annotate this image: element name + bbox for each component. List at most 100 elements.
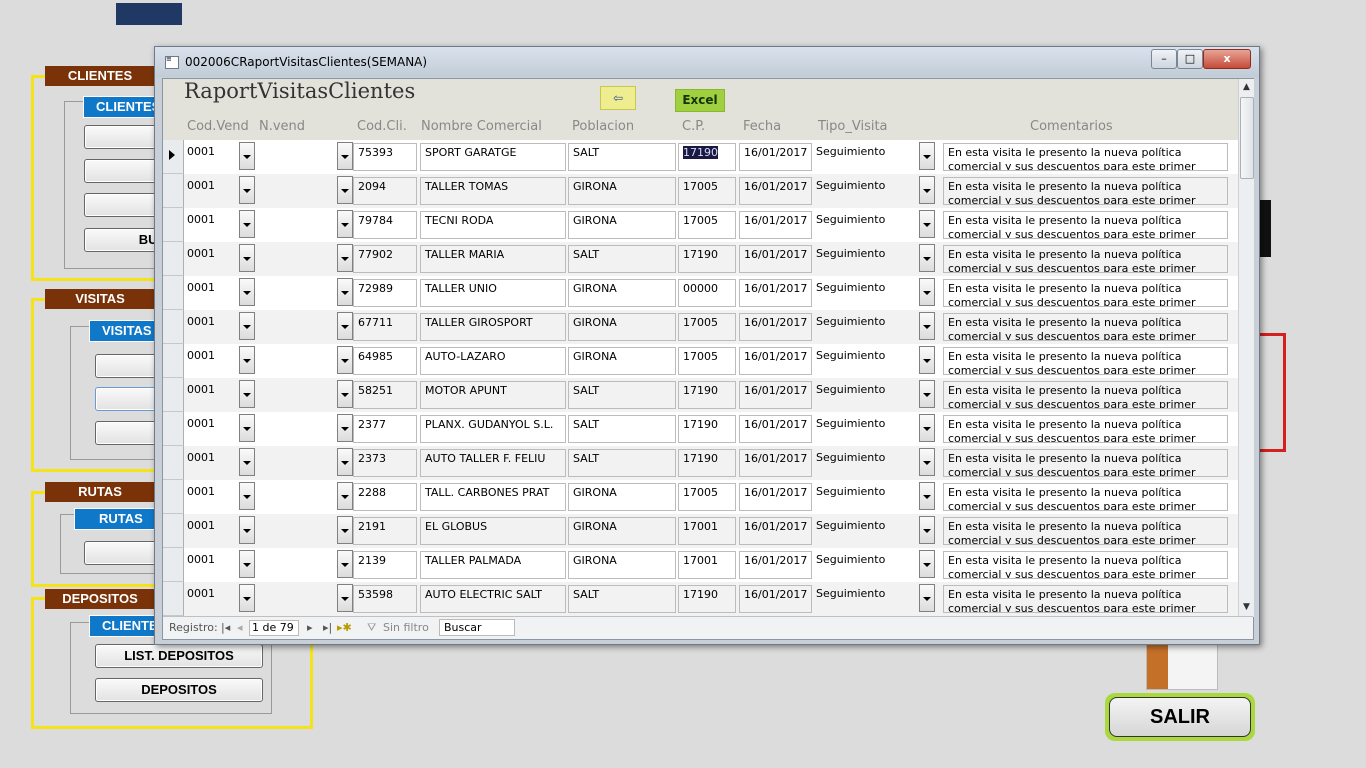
fecha-field[interactable]: 16/01/2017 [739,177,812,205]
n-vend-field[interactable] [255,483,335,511]
nombre-field[interactable]: PLANX. GUDANYOL S.L. [420,415,566,443]
cod-cli-field[interactable]: 2094 [353,177,417,205]
n-vend-field[interactable] [255,347,335,375]
dropdown-button[interactable] [239,414,255,442]
vertical-scrollbar[interactable]: ▲ ▼ [1238,79,1254,617]
poblacion-field[interactable]: SALT [568,381,676,409]
scroll-thumb[interactable] [1240,97,1254,179]
tipo-visita-field[interactable]: Seguimiento [814,585,936,613]
tipo-visita-field[interactable]: Seguimiento [814,279,936,307]
record-selector[interactable] [163,582,184,616]
cod-cli-field[interactable]: 67711 [353,313,417,341]
nombre-field[interactable]: AUTO-LAZARO [420,347,566,375]
record-selector[interactable] [163,174,184,208]
dropdown-button[interactable] [239,584,255,612]
table-row[interactable]: 0001 67711 TALLER GIROSPORT GIRONA 17005 16/0… [163,310,1238,344]
nombre-field[interactable]: TALLER GIROSPORT [420,313,566,341]
record-selector[interactable] [163,514,184,548]
comentario-field[interactable]: En esta visita le presento la nueva polí… [943,347,1228,375]
dropdown-button[interactable] [337,550,353,578]
filter-status[interactable]: Sin filtro [383,621,429,634]
tipo-visita-field[interactable]: Seguimiento [814,449,936,477]
dropdown-button[interactable] [239,380,255,408]
dropdown-button[interactable] [919,482,935,510]
n-vend-field[interactable] [255,381,335,409]
dropdown-button[interactable] [337,448,353,476]
prev-record-icon[interactable]: ◂ [237,621,243,634]
fecha-field[interactable]: 16/01/2017 [739,517,812,545]
dropdown-button[interactable] [337,482,353,510]
n-vend-field[interactable] [255,415,335,443]
poblacion-field[interactable]: GIRONA [568,347,676,375]
n-vend-field[interactable] [255,143,335,171]
cod-vend-field[interactable]: 0001 [185,245,237,273]
fecha-field[interactable]: 16/01/2017 [739,483,812,511]
comentario-field[interactable]: En esta visita le presento la nueva polí… [943,245,1228,273]
dropdown-button[interactable] [239,346,255,374]
nombre-field[interactable]: AUTO ELECTRIC SALT [420,585,566,613]
poblacion-field[interactable]: GIRONA [568,177,676,205]
comentario-field[interactable]: En esta visita le presento la nueva polí… [943,381,1228,409]
cp-field[interactable]: 17190 [678,245,736,273]
table-row[interactable]: 0001 2139 TALLER PALMADA GIRONA 17001 16/01/2… [163,548,1238,582]
comentario-field[interactable]: En esta visita le presento la nueva polí… [943,143,1228,171]
dropdown-button[interactable] [239,210,255,238]
tipo-visita-field[interactable]: Seguimiento [814,313,936,341]
cod-vend-field[interactable]: 0001 [185,177,237,205]
comentario-field[interactable]: En esta visita le presento la nueva polí… [943,415,1228,443]
table-row[interactable]: 0001 75393 SPORT GARATGE SALT 17190 16/01/201… [163,140,1238,174]
cod-cli-field[interactable]: 53598 [353,585,417,613]
cod-cli-field[interactable]: 75393 [353,143,417,171]
fecha-field[interactable]: 16/01/2017 [739,449,812,477]
table-row[interactable]: 0001 58251 MOTOR APUNT SALT 17190 16/01/2017 S… [163,378,1238,412]
tipo-visita-field[interactable]: Seguimiento [814,517,936,545]
nombre-field[interactable]: TALLER TOMAS [420,177,566,205]
poblacion-field[interactable]: GIRONA [568,483,676,511]
tipo-visita-field[interactable]: Seguimiento [814,177,936,205]
cod-cli-field[interactable]: 2377 [353,415,417,443]
scroll-up-icon[interactable]: ▲ [1239,79,1254,95]
tipo-visita-field[interactable]: Seguimiento [814,415,936,443]
dropdown-button[interactable] [239,550,255,578]
nombre-field[interactable]: MOTOR APUNT [420,381,566,409]
table-row[interactable]: 0001 77902 TALLER MARIA SALT 17190 16/01/2017… [163,242,1238,276]
table-row[interactable]: 0001 64985 AUTO-LAZARO GIRONA 17005 16/01/201… [163,344,1238,378]
close-button[interactable]: x [1203,49,1251,69]
record-selector[interactable] [163,446,184,480]
tipo-visita-field[interactable]: Seguimiento [814,143,936,171]
cod-vend-field[interactable]: 0001 [185,449,237,477]
nombre-field[interactable]: TECNI RODA [420,211,566,239]
n-vend-field[interactable] [255,279,335,307]
cp-field[interactable]: 17005 [678,347,736,375]
poblacion-field[interactable]: GIRONA [568,551,676,579]
poblacion-field[interactable]: GIRONA [568,517,676,545]
dropdown-button[interactable] [919,210,935,238]
cp-field[interactable]: 17005 [678,177,736,205]
fecha-field[interactable]: 16/01/2017 [739,245,812,273]
dropdown-button[interactable] [919,550,935,578]
cp-field[interactable]: 17001 [678,517,736,545]
table-row[interactable]: 0001 2377 PLANX. GUDANYOL S.L. SALT 17190 16/… [163,412,1238,446]
tipo-visita-field[interactable]: Seguimiento [814,483,936,511]
table-row[interactable]: 0001 53598 AUTO ELECTRIC SALT SALT 17190 16/0… [163,582,1238,616]
window-titlebar[interactable]: ≡ 002006CRaportVisitasClientes(SEMANA) –… [155,47,1259,77]
cod-cli-field[interactable]: 2373 [353,449,417,477]
table-row[interactable]: 0001 72989 TALLER UNIO GIRONA 00000 16/01/201… [163,276,1238,310]
table-row[interactable]: 0001 79784 TECNI RODA GIRONA 17005 16/01/2017… [163,208,1238,242]
n-vend-field[interactable] [255,551,335,579]
table-row[interactable]: 0001 2094 TALLER TOMAS GIRONA 17005 16/01/201… [163,174,1238,208]
comentario-field[interactable]: En esta visita le presento la nueva polí… [943,551,1228,579]
n-vend-field[interactable] [255,517,335,545]
cp-field[interactable]: 17190 [678,585,736,613]
comentario-field[interactable]: En esta visita le presento la nueva polí… [943,585,1228,613]
dropdown-button[interactable] [239,244,255,272]
comentario-field[interactable]: En esta visita le presento la nueva polí… [943,517,1228,545]
next-record-icon[interactable]: ▸ [307,621,313,634]
comentario-field[interactable]: En esta visita le presento la nueva polí… [943,279,1228,307]
nombre-field[interactable]: EL GLOBUS [420,517,566,545]
nombre-field[interactable]: TALL. CARBONES PRAT [420,483,566,511]
cod-vend-field[interactable]: 0001 [185,211,237,239]
cp-field[interactable]: 17005 [678,483,736,511]
cod-vend-field[interactable]: 0001 [185,415,237,443]
tipo-visita-field[interactable]: Seguimiento [814,245,936,273]
